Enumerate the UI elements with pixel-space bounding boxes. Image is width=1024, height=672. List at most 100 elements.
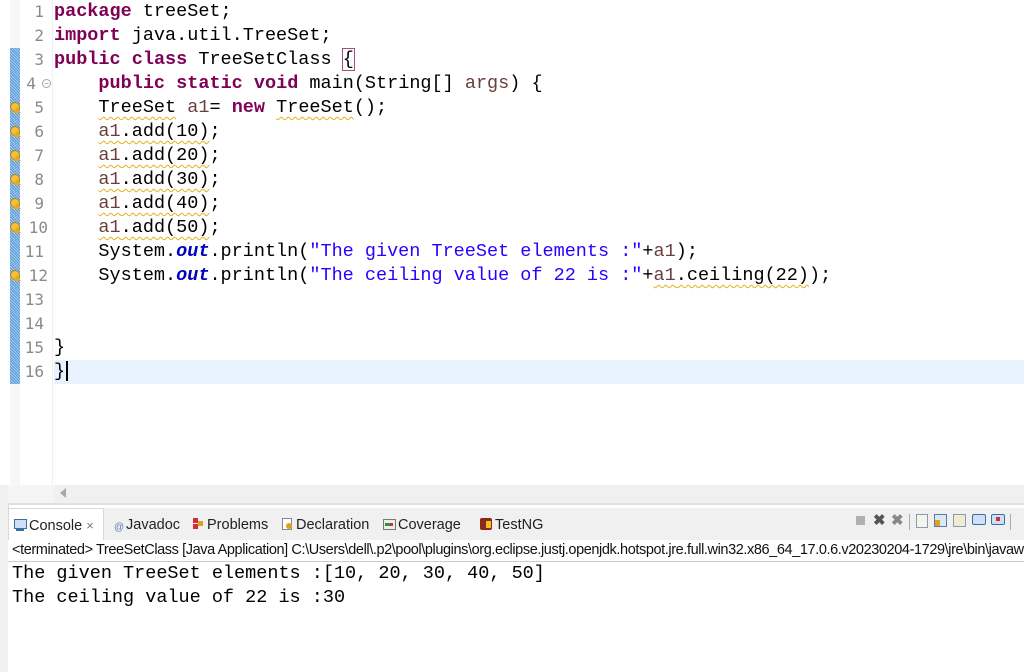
code-token: ; [209,217,221,238]
code-line[interactable] [54,312,1024,336]
declaration-icon [281,518,293,530]
tab-coverage[interactable]: Coverage [383,508,461,540]
code-token: a1.add(10) [98,121,210,142]
console-output-line: The ceiling value of 22 is :30 [12,587,346,608]
tab-label: Problems [207,517,269,533]
warning-icon[interactable] [10,270,21,281]
code-token: a1.add(40) [98,193,210,214]
code-token: TreeSet [276,97,354,118]
gutter-row: 11 [0,240,52,264]
code-token: TreeSet [98,97,177,118]
line-number: 12 [28,266,48,285]
code-token: a1.ceiling(22) [653,265,809,286]
console-output[interactable]: The given TreeSet elements :[10, 20, 30,… [8,562,1024,672]
code-token: a1 [653,241,676,262]
tab-console[interactable]: Console × [8,508,104,540]
remove-all-terminated-icon[interactable]: ✖ [891,513,905,528]
code-line[interactable]: } [54,360,1024,384]
code-line[interactable]: public class TreeSetClass { [54,48,1024,72]
warning-icon[interactable] [10,150,21,161]
line-number: 3 [34,50,44,69]
gutter-row: 8 [0,168,52,192]
code-token: { [341,48,355,71]
scroll-left-icon[interactable] [60,488,66,498]
gutter-row: 7 [0,144,52,168]
code-token: main(String[] [298,73,465,94]
show-on-stdout-icon[interactable] [972,514,986,525]
remove-launch-icon[interactable]: ✖ [873,513,887,528]
warning-icon[interactable] [10,222,21,233]
code-line[interactable]: TreeSet a1= new TreeSet(); [54,96,1024,120]
warning-icon[interactable] [10,126,21,137]
gutter-row: 5 [0,96,52,120]
code-line[interactable] [54,288,1024,312]
code-token: ; [209,169,221,190]
code-line[interactable]: a1.add(50); [54,216,1024,240]
warning-icon[interactable] [10,102,21,113]
code-token: ; [209,193,221,214]
code-line[interactable]: System.out.println("The ceiling value of… [54,264,1024,288]
code-token: + [642,241,654,262]
console-output-line: The given TreeSet elements :[10, 20, 30,… [12,563,545,584]
text-caret [66,361,69,382]
code-token: ; [209,121,221,142]
close-icon[interactable]: × [86,518,94,533]
warning-icon[interactable] [10,198,21,209]
terminate-icon[interactable] [856,516,865,525]
code-token: public [54,49,121,70]
gutter-row: 1 [0,0,52,24]
code-token: out [176,265,210,286]
code-line[interactable]: import java.util.TreeSet; [54,24,1024,48]
tab-problems[interactable]: Problems [192,508,268,540]
horizontal-scrollbar[interactable] [54,485,1024,503]
code-line[interactable]: public static void main(String[] args) { [54,72,1024,96]
scroll-corner [8,485,54,503]
code-text-area[interactable]: package treeSet; import java.util.TreeSet… [54,0,1024,485]
line-number: 16 [24,362,44,381]
clear-console-icon[interactable] [916,514,928,528]
code-line[interactable]: a1.add(30); [54,168,1024,192]
code-line[interactable]: a1.add(10); [54,120,1024,144]
tab-testng[interactable]: TestNG [480,508,543,540]
code-line[interactable]: a1.add(40); [54,192,1024,216]
scroll-lock-icon[interactable] [934,514,947,527]
code-token: ; [209,145,221,166]
code-editor[interactable]: 1 2 3 4−5 6 7 8 9 10 11 12 13 14 15 16 package treeSet… [0,0,1024,505]
gutter-row: 9 [0,192,52,216]
line-number: 14 [24,314,44,333]
collapse-icon[interactable]: − [42,79,51,88]
code-token: java.util.TreeSet; [120,25,332,46]
line-number: 8 [34,170,44,189]
toolbar-separator [1010,514,1011,530]
code-token: .println( [209,265,310,286]
code-line[interactable]: package treeSet; [54,0,1024,24]
code-token: (); [353,97,388,118]
word-wrap-icon[interactable] [953,514,966,527]
code-token: package [54,1,132,22]
code-token: "The ceiling value of 22 is :" [309,265,643,286]
editor-border [8,503,1024,505]
gutter-row: 4− [0,72,52,96]
code-token: args [464,73,510,94]
code-token: } [54,337,66,358]
toolbar-separator [909,514,910,530]
code-line[interactable]: } [54,336,1024,360]
code-line[interactable]: System.out.println("The given TreeSet el… [54,240,1024,264]
panel-tab-bar: Console × @ Javadoc Problems Declaration C… [8,508,1024,541]
tab-label: Declaration [296,517,370,533]
show-on-stderr-icon[interactable] [991,514,1005,525]
gutter-row: 15 [0,336,52,360]
code-token: a1 [187,97,210,118]
problems-icon [192,518,204,530]
tab-declaration[interactable]: Declaration [281,508,369,540]
code-line[interactable]: a1.add(20); [54,144,1024,168]
testng-icon [480,518,492,530]
gutter-row: 12 [0,264,52,288]
tab-javadoc[interactable]: @ Javadoc [114,508,180,540]
warning-icon[interactable] [10,174,21,185]
line-number: 11 [24,242,44,261]
